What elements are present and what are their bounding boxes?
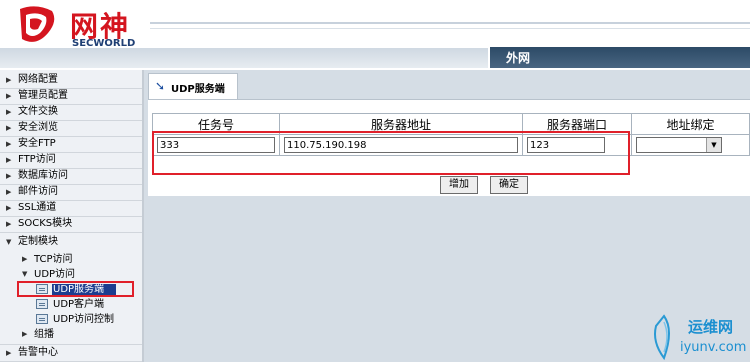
header-stripe [150, 28, 750, 29]
chevron-down-icon: ▼ [6, 238, 12, 246]
col-bind: 地址绑定 [631, 113, 750, 135]
chevron-down-icon: ▼ [22, 270, 28, 278]
tab-udp-server[interactable]: ➘ UDP服务端 [148, 73, 238, 99]
watermark: 运维网 iyunv.com [640, 306, 750, 362]
tab-label: UDP服务端 [171, 84, 225, 95]
row-highlight [152, 131, 630, 175]
document-icon [36, 314, 48, 324]
sidebar-item-safe-browse[interactable]: ▶ 安全浏览 [0, 120, 142, 137]
chevron-right-icon: ▶ [6, 140, 12, 148]
sidebar: ▶ 网络配置 ▶ 管理员配置 ▶ 文件交换 ▶ 安全浏览 ▶ 安全FTP ▶ FTP访问 ▶… [0, 70, 144, 362]
arrow-down-right-icon: ➘ [155, 79, 166, 93]
sidebar-item-custom[interactable]: ▼ 定制模块 [0, 234, 142, 250]
chevron-right-icon: ▶ [6, 172, 12, 180]
net-tab-label: 外网 [506, 51, 531, 65]
chevron-right-icon: ▶ [6, 124, 12, 132]
confirm-button[interactable]: 确定 [490, 176, 528, 194]
chevron-right-icon: ▶ [6, 220, 12, 228]
app-header: 网神 SECWORLD 外网 [0, 0, 750, 68]
sidebar-item-admin[interactable]: ▶ 管理员配置 [0, 88, 142, 105]
dropdown-arrow-icon: ▼ [706, 138, 721, 152]
bind-select[interactable]: ▼ [636, 137, 722, 153]
watermark-logo-icon [654, 314, 670, 361]
sidebar-item-file-exchange[interactable]: ▶ 文件交换 [0, 104, 142, 121]
sidebar-item-network[interactable]: ▶ 网络配置 [0, 72, 142, 89]
sidebar-item-db-access[interactable]: ▶ 数据库访问 [0, 168, 142, 185]
sidebar-item-alert[interactable]: ▶ 告警中心 [0, 344, 142, 362]
net-tab[interactable]: 外网 [488, 47, 750, 68]
sidebar-item-ftp-access[interactable]: ▶ FTP访问 [0, 152, 142, 169]
sidebar-item-socks[interactable]: ▶ SOCKS模块 [0, 216, 142, 233]
chevron-right-icon: ▶ [6, 188, 12, 196]
chevron-right-icon: ▶ [6, 108, 12, 116]
document-icon [36, 284, 48, 294]
chevron-right-icon: ▶ [6, 204, 12, 212]
secworld-logo: 网神 SECWORLD [18, 3, 148, 53]
chevron-right-icon: ▶ [6, 156, 12, 164]
chevron-right-icon: ▶ [22, 330, 28, 338]
chevron-right-icon: ▶ [22, 255, 28, 263]
chevron-right-icon: ▶ [6, 92, 12, 100]
sidebar-item-mail-access[interactable]: ▶ 邮件访问 [0, 184, 142, 201]
sidebar-item-safe-ftp[interactable]: ▶ 安全FTP [0, 136, 142, 153]
sidebar-item-ssl[interactable]: ▶ SSL通道 [0, 200, 142, 217]
document-icon [36, 299, 48, 309]
watermark-line2: iyunv.com [680, 340, 747, 355]
add-button[interactable]: 增加 [440, 176, 478, 194]
chevron-right-icon: ▶ [6, 76, 12, 84]
header-stripe [150, 22, 750, 24]
watermark-line1: 运维网 [688, 318, 734, 336]
chevron-right-icon: ▶ [6, 349, 12, 357]
